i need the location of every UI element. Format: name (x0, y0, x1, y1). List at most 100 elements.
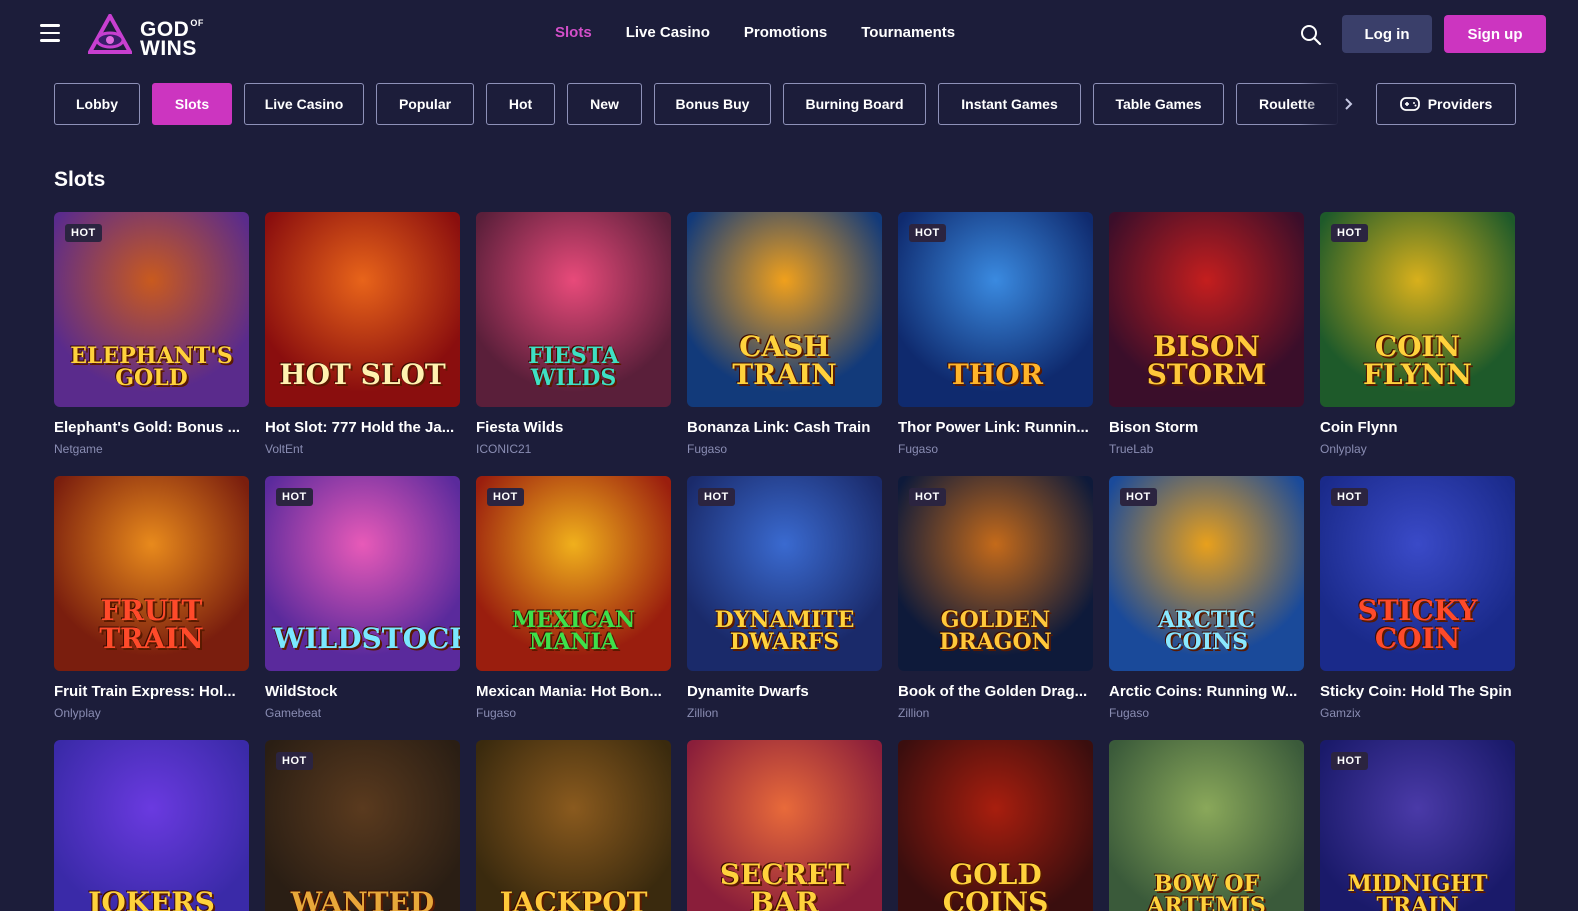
tab-lobby[interactable]: Lobby (54, 83, 140, 125)
game-card[interactable]: Sticky Coin HOT Sticky Coin: Hold The Spin… (1320, 476, 1515, 720)
game-logo-text: Midnight Train (1347, 871, 1488, 911)
game-card[interactable]: Jokers (54, 740, 249, 911)
game-logo-text: Dynamite Dwarfs (714, 607, 855, 655)
game-card[interactable]: Fiesta Wilds Fiesta Wilds ICONIC21 (476, 212, 671, 456)
game-logo-text: Jackpot (499, 886, 648, 911)
game-card[interactable]: Bison Storm Bison Storm TrueLab (1109, 212, 1304, 456)
game-provider: Zillion (898, 706, 930, 720)
hot-badge: HOT (698, 488, 735, 506)
game-thumbnail[interactable]: Hot Slot (265, 212, 460, 407)
tab-slots[interactable]: Slots (152, 83, 232, 125)
game-title[interactable]: Thor Power Link: Runnin... (898, 419, 1093, 436)
game-provider: Fugaso (898, 442, 939, 456)
game-card[interactable]: Mexican Mania HOT Mexican Mania: Hot Bon..… (476, 476, 671, 720)
tab-live-casino[interactable]: Live Casino (244, 83, 364, 125)
game-card[interactable]: Arctic Coins HOT Arctic Coins: Running W..… (1109, 476, 1304, 720)
game-thumbnail[interactable]: Cash Train (687, 212, 882, 407)
site-logo[interactable]: GODOF WINS (88, 12, 218, 59)
game-logo-text: Gold Coins (942, 858, 1049, 911)
game-title[interactable]: Bonanza Link: Cash Train (687, 419, 882, 436)
game-title[interactable]: Fruit Train Express: Hol... (54, 683, 249, 700)
nav-link-promotions[interactable]: Promotions (744, 24, 827, 41)
game-title[interactable]: Arctic Coins: Running W... (1109, 683, 1304, 700)
tab-popular[interactable]: Popular (376, 83, 474, 125)
game-logo-text: Golden Dragon (939, 607, 1052, 655)
game-logo-text: Sticky Coin (1357, 594, 1478, 655)
game-thumbnail[interactable]: Secret Bar (687, 740, 882, 911)
game-thumbnail[interactable]: Fiesta Wilds (476, 212, 671, 407)
game-title[interactable]: Bison Storm (1109, 419, 1304, 436)
top-header: GODOF WINS Slots Live Casino Promotions Tou… (0, 0, 1578, 68)
game-thumbnail[interactable]: Thor HOT (898, 212, 1093, 407)
gamepad-icon (1399, 97, 1420, 111)
game-thumbnail[interactable]: Elephant's Gold HOT (54, 212, 249, 407)
game-title[interactable]: Coin Flynn (1320, 419, 1515, 436)
game-provider: Netgame (54, 442, 103, 456)
game-thumbnail[interactable]: Bow of Artemis (1109, 740, 1304, 911)
game-card[interactable]: Bow of Artemis (1109, 740, 1304, 911)
game-title[interactable]: WildStock (265, 683, 460, 700)
game-thumbnail[interactable]: Gold Coins (898, 740, 1093, 911)
search-icon[interactable] (1300, 24, 1322, 46)
game-card[interactable]: Secret Bar (687, 740, 882, 911)
game-thumbnail[interactable]: Sticky Coin HOT (1320, 476, 1515, 671)
hot-badge: HOT (487, 488, 524, 506)
game-thumbnail[interactable]: Wanted HOT (265, 740, 460, 911)
tab-instant-games[interactable]: Instant Games (938, 83, 1081, 125)
hot-badge: HOT (1331, 752, 1368, 770)
game-thumbnail[interactable]: Mexican Mania HOT (476, 476, 671, 671)
game-title[interactable]: Hot Slot: 777 Hold the Ja... (265, 419, 460, 436)
game-title[interactable]: Sticky Coin: Hold The Spin (1320, 683, 1515, 700)
game-card[interactable]: Dynamite Dwarfs HOT Dynamite Dwarfs Zillion (687, 476, 882, 720)
game-title[interactable]: Book of the Golden Drag... (898, 683, 1093, 700)
providers-button[interactable]: Providers (1376, 83, 1516, 125)
game-thumbnail[interactable]: Jokers (54, 740, 249, 911)
tab-burning-board[interactable]: Burning Board (783, 83, 926, 125)
game-title[interactable]: Dynamite Dwarfs (687, 683, 882, 700)
game-card[interactable]: Thor HOT Thor Power Link: Runnin... Fugaso (898, 212, 1093, 456)
game-provider: VoltEnt (265, 442, 304, 456)
game-provider: ICONIC21 (476, 442, 532, 456)
nav-link-tournaments[interactable]: Tournaments (861, 24, 955, 41)
game-title[interactable]: Fiesta Wilds (476, 419, 671, 436)
game-thumbnail[interactable]: Bison Storm (1109, 212, 1304, 407)
signup-button[interactable]: Sign up (1444, 15, 1546, 53)
game-thumbnail[interactable]: Coin Flynn HOT (1320, 212, 1515, 407)
nav-link-slots[interactable]: Slots (555, 24, 592, 41)
game-title[interactable]: Mexican Mania: Hot Bon... (476, 683, 671, 700)
game-thumbnail[interactable]: Jackpot (476, 740, 671, 911)
game-card[interactable]: Midnight Train HOT (1320, 740, 1515, 911)
game-card[interactable]: Cash Train Bonanza Link: Cash Train Fugaso (687, 212, 882, 456)
game-logo-text: Coin Flynn (1363, 330, 1472, 391)
game-thumbnail[interactable]: WildStock HOT (265, 476, 460, 671)
game-thumbnail[interactable]: Golden Dragon HOT (898, 476, 1093, 671)
tab-bonus-buy[interactable]: Bonus Buy (654, 83, 771, 125)
game-card[interactable]: Coin Flynn HOT Coin Flynn Onlyplay (1320, 212, 1515, 456)
logo-text-of: OF (190, 18, 204, 28)
game-card[interactable]: Gold Coins (898, 740, 1093, 911)
game-title[interactable]: Elephant's Gold: Bonus ... (54, 419, 249, 436)
chevron-right-icon[interactable] (1343, 97, 1357, 113)
login-button[interactable]: Log in (1342, 15, 1432, 53)
game-thumbnail[interactable]: Fruit Train (54, 476, 249, 671)
game-card[interactable]: Jackpot (476, 740, 671, 911)
game-logo-text: WildStock (273, 622, 460, 655)
tab-table-games[interactable]: Table Games (1093, 83, 1224, 125)
category-fade (1300, 83, 1340, 125)
game-logo-text: Jokers (88, 886, 215, 911)
hamburger-menu-icon[interactable] (40, 24, 64, 44)
game-logo-text: Cash Train (732, 330, 837, 391)
game-card[interactable]: Golden Dragon HOT Book of the Golden Drag.… (898, 476, 1093, 720)
game-thumbnail[interactable]: Dynamite Dwarfs HOT (687, 476, 882, 671)
providers-label: Providers (1427, 96, 1493, 112)
game-card[interactable]: Elephant's Gold HOT Elephant's Gold: Bonus… (54, 212, 249, 456)
game-thumbnail[interactable]: Arctic Coins HOT (1109, 476, 1304, 671)
game-card[interactable]: Wanted HOT (265, 740, 460, 911)
tab-hot[interactable]: Hot (486, 83, 555, 125)
nav-link-live-casino[interactable]: Live Casino (626, 24, 710, 41)
game-card[interactable]: Fruit Train Fruit Train Express: Hol... On… (54, 476, 249, 720)
tab-new[interactable]: New (567, 83, 642, 125)
game-thumbnail[interactable]: Midnight Train HOT (1320, 740, 1515, 911)
game-card[interactable]: Hot Slot Hot Slot: 777 Hold the Ja... Volt… (265, 212, 460, 456)
game-card[interactable]: WildStock HOT WildStock Gamebeat (265, 476, 460, 720)
